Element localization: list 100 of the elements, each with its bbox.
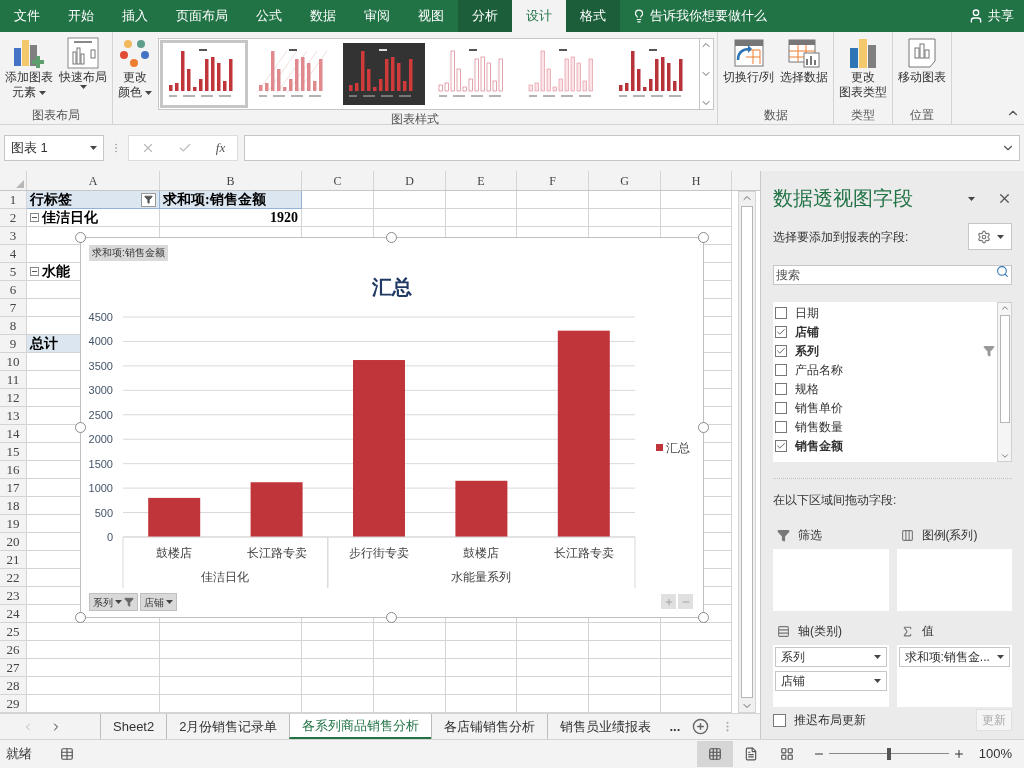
drop-area[interactable]: 系列 店铺 [773,645,889,707]
row-header[interactable]: 7 [0,299,27,317]
ribbon-tab[interactable]: 格式 [566,0,620,32]
row-header[interactable]: 3 [0,227,27,245]
row-header[interactable]: 29 [0,695,27,713]
row-header[interactable]: 8 [0,317,27,335]
row-header[interactable]: 26 [0,641,27,659]
ribbon-tab[interactable]: 开始 [54,0,108,32]
field-label[interactable]: 系列 [795,341,975,360]
zoom-slider[interactable] [828,746,949,761]
ribbon-tab[interactable]: 分析 [458,0,512,32]
row-header[interactable]: 25 [0,623,27,641]
row-header[interactable]: 5 [0,263,27,281]
row-header[interactable]: 20 [0,533,27,551]
checkbox[interactable] [775,382,787,395]
ribbon-tab[interactable]: 设计 [512,0,566,32]
row-header[interactable]: 10 [0,353,27,371]
tools-button[interactable] [968,223,1012,250]
field-button[interactable]: 店铺 [140,593,177,611]
row-header[interactable]: 22 [0,569,27,587]
more-sheets-button[interactable]: ... [663,714,687,739]
resize-handle[interactable] [698,422,709,433]
field-label[interactable]: 店铺 [795,322,995,341]
row-header[interactable]: 21 [0,551,27,569]
checkbox[interactable] [775,420,787,433]
ribbon-button[interactable]: 快速布局 [57,36,109,89]
area-field-button[interactable]: 系列 [775,647,887,667]
vertical-scrollbar[interactable] [738,191,756,713]
ribbon-tab[interactable]: 页面布局 [162,0,242,32]
field-button[interactable]: 系列 [89,593,138,611]
area-field-button[interactable]: 求和项:销售金... [898,647,1010,667]
ribbon-tab[interactable]: 插入 [108,0,162,32]
enter-icon[interactable] [178,141,193,155]
insert-function-button[interactable]: fx [215,138,226,158]
resize-handle[interactable] [75,232,86,243]
row-header[interactable]: 19 [0,515,27,533]
field-button[interactable]: 求和项:销售金额 [89,245,168,261]
row-header[interactable]: 11 [0,371,27,389]
row-header[interactable]: 2 [0,209,27,227]
view-button[interactable] [696,740,733,767]
field-label[interactable]: 日期 [795,303,995,322]
column-header[interactable]: E [446,171,517,190]
column-header[interactable]: F [517,171,589,190]
add-sheet-icon[interactable] [692,718,710,735]
name-box[interactable]: 图表 1 [4,135,104,161]
ribbon-tab[interactable]: 视图 [404,0,458,32]
resize-handle[interactable] [75,612,86,623]
zoom-in-icon[interactable] [952,747,965,760]
zoom-thumb[interactable] [886,747,891,760]
row-header[interactable]: 16 [0,461,27,479]
row-header[interactable]: 15 [0,443,27,461]
ribbon-button[interactable]: 切换行/列 [721,36,777,85]
search-field[interactable]: 搜索 [773,265,1012,285]
ribbon-tab[interactable]: 数据 [296,0,350,32]
row-header[interactable]: 4 [0,245,27,263]
row-header[interactable]: 6 [0,281,27,299]
zoom-level[interactable]: 100% [978,743,1012,764]
column-header[interactable]: C [302,171,374,190]
ribbon-tab[interactable]: 文件 [0,0,54,32]
scroll-thumb[interactable] [999,315,1010,423]
checkbox[interactable] [775,344,787,357]
resize-handle[interactable] [75,422,86,433]
checkbox[interactable] [775,401,787,414]
resize-handle[interactable] [386,612,397,623]
checkbox[interactable] [773,713,786,727]
column-header[interactable]: H [661,171,732,190]
row-header[interactable]: 1 [0,191,27,209]
collapse-icon[interactable] [30,267,39,276]
column-header[interactable]: A [27,171,160,190]
scroll-down-icon[interactable] [999,451,1010,461]
macro-record-icon[interactable] [60,746,74,761]
ribbon-button[interactable]: 更改 颜色 [116,36,154,100]
row-header[interactable]: 23 [0,587,27,605]
field-label[interactable]: 销售单价 [795,398,995,417]
row-header[interactable]: 13 [0,407,27,425]
share-button[interactable]: 共享 [988,6,1014,26]
column-header[interactable]: D [374,171,446,190]
ribbon-tab[interactable]: 审阅 [350,0,404,32]
scroll-thumb[interactable] [741,206,753,698]
formula-input[interactable] [244,135,1020,161]
field-label[interactable]: 销售金额 [795,436,995,455]
row-header[interactable]: 27 [0,659,27,677]
row-header[interactable]: 18 [0,497,27,515]
row-header[interactable]: 9 [0,335,27,353]
resize-handle[interactable] [698,232,709,243]
row-header[interactable]: 12 [0,389,27,407]
resize-handle[interactable] [386,232,397,243]
filter-dropdown-icon[interactable] [141,192,156,207]
drop-area[interactable]: 求和项:销售金... [896,645,1012,707]
row-header[interactable]: 17 [0,479,27,497]
scroll-up-icon[interactable] [999,303,1010,313]
column-header[interactable]: G [589,171,661,190]
checkbox[interactable] [775,306,787,319]
field-label[interactable]: 规格 [795,379,995,398]
ribbon-button[interactable]: 更改 图表类型 [837,36,890,100]
checkbox[interactable] [775,439,787,452]
row-header[interactable]: 28 [0,677,27,695]
checkbox[interactable] [775,325,787,338]
column-header[interactable]: B [160,171,302,190]
ribbon-tab[interactable]: 公式 [242,0,296,32]
